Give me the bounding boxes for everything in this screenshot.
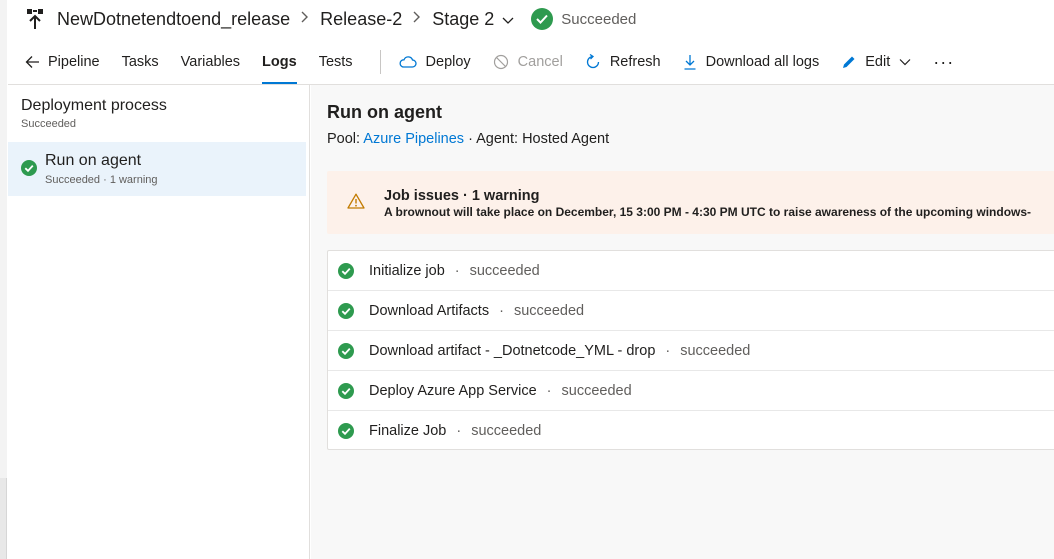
tab-label: Pipeline bbox=[48, 54, 100, 70]
job-title: Run on agent bbox=[327, 102, 442, 122]
step-state: succeeded bbox=[469, 262, 540, 279]
cancel-label: Cancel bbox=[517, 54, 563, 70]
refresh-button[interactable]: Refresh bbox=[585, 54, 661, 70]
chevron-right-icon bbox=[413, 10, 421, 28]
success-check-icon bbox=[531, 8, 554, 30]
pencil-icon bbox=[843, 56, 855, 68]
refresh-label: Refresh bbox=[609, 54, 661, 70]
deploy-label: Deploy bbox=[425, 54, 471, 70]
breadcrumb-pipeline-name[interactable]: NewDotnetendtoend_release bbox=[57, 9, 290, 30]
download-all-logs-label: Download all logs bbox=[705, 54, 820, 70]
pool-agent-line: Pool: Azure Pipelines · Agent: Hosted Ag… bbox=[327, 131, 609, 147]
breadcrumb-stage[interactable]: Stage 2 bbox=[432, 9, 494, 30]
deployment-process-title[interactable]: Deployment process bbox=[21, 97, 167, 115]
chevron-right-icon bbox=[301, 10, 309, 28]
step-state: succeeded bbox=[680, 342, 751, 359]
agent-name: Run on agent bbox=[45, 152, 142, 169]
cloud-icon bbox=[399, 56, 417, 68]
success-check-icon bbox=[338, 303, 354, 324]
step-state: succeeded bbox=[471, 423, 542, 439]
steps-list: Initialize job · succeeded Download Artifa… bbox=[327, 250, 1054, 450]
step-download-artifact-drop[interactable]: Download artifact - _Dotnetcode_YML - dr… bbox=[328, 331, 1054, 371]
left-edge-strip bbox=[0, 0, 7, 559]
warning-message: A brownout will take place on December, … bbox=[384, 205, 1032, 219]
breadcrumb-release[interactable]: Release-2 bbox=[320, 9, 402, 30]
step-download-artifacts[interactable]: Download Artifacts · succeeded bbox=[328, 291, 1054, 331]
deployment-process-status: Succeeded bbox=[21, 118, 77, 130]
refresh-icon bbox=[586, 54, 599, 69]
job-issues-warning[interactable]: Job issues · 1 warning A brownout will t… bbox=[327, 171, 1054, 234]
tab-tests[interactable]: Tests bbox=[319, 40, 353, 84]
run-on-agent-item[interactable]: Run on agent Succeeded · 1 warning bbox=[8, 142, 306, 196]
step-name: Download Artifacts bbox=[369, 302, 490, 319]
tab-logs[interactable]: Logs bbox=[262, 40, 297, 84]
success-check-icon bbox=[338, 343, 354, 364]
tab-variables[interactable]: Variables bbox=[181, 40, 240, 84]
agent-info: · Agent: Hosted Agent bbox=[468, 131, 610, 147]
warning-triangle-icon bbox=[347, 193, 365, 214]
status-text: Succeeded bbox=[561, 10, 637, 28]
step-initialize-job[interactable]: Initialize job · succeeded bbox=[328, 251, 1054, 291]
step-finalize-job[interactable]: Finalize Job · succeeded bbox=[328, 411, 1054, 451]
pipeline-release-icon bbox=[25, 8, 45, 30]
cancel-icon bbox=[493, 54, 508, 70]
step-state: succeeded bbox=[561, 382, 632, 399]
toolbar: Pipeline Tasks Variables Logs Tests Depl… bbox=[25, 40, 1054, 84]
warning-title: Job issues · 1 warning bbox=[384, 188, 540, 204]
pool-link[interactable]: Azure Pipelines bbox=[363, 131, 464, 147]
main-content: Run on agent Pool: Azure Pipelines · Age… bbox=[311, 85, 1054, 559]
cancel-button[interactable]: Cancel bbox=[493, 54, 563, 70]
edit-button[interactable]: Edit bbox=[841, 54, 911, 70]
tab-tasks[interactable]: Tasks bbox=[122, 40, 159, 84]
step-name: Deploy Azure App Service bbox=[369, 382, 537, 399]
step-deploy-azure-app-service[interactable]: Deploy Azure App Service · succeeded bbox=[328, 371, 1054, 411]
step-state: succeeded bbox=[513, 302, 585, 319]
more-actions-button[interactable]: ··· bbox=[933, 53, 954, 71]
breadcrumb: NewDotnetendtoend_release Release-2 Stag… bbox=[25, 0, 1054, 38]
chevron-down-icon bbox=[899, 59, 911, 66]
edit-label: Edit bbox=[865, 54, 891, 70]
tab-pipeline[interactable]: Pipeline bbox=[25, 40, 100, 84]
success-check-icon bbox=[21, 160, 37, 181]
step-name: Finalize Job bbox=[369, 423, 447, 439]
deploy-button[interactable]: Deploy bbox=[399, 54, 471, 70]
toolbar-divider bbox=[379, 50, 381, 74]
success-check-icon bbox=[338, 383, 354, 404]
left-panel: Deployment process Succeeded Run on agen… bbox=[8, 85, 310, 559]
download-icon bbox=[684, 55, 696, 70]
back-arrow-icon bbox=[25, 55, 40, 69]
step-name: Download artifact - _Dotnetcode_YML - dr… bbox=[369, 342, 656, 359]
step-name: Initialize job bbox=[369, 262, 445, 279]
agent-status: Succeeded · 1 warning bbox=[45, 174, 158, 186]
pool-label: Pool: bbox=[327, 131, 361, 147]
download-all-logs-button[interactable]: Download all logs bbox=[683, 54, 820, 70]
success-check-icon bbox=[338, 263, 354, 284]
chevron-down-icon[interactable] bbox=[502, 13, 514, 25]
success-check-icon bbox=[338, 423, 354, 444]
